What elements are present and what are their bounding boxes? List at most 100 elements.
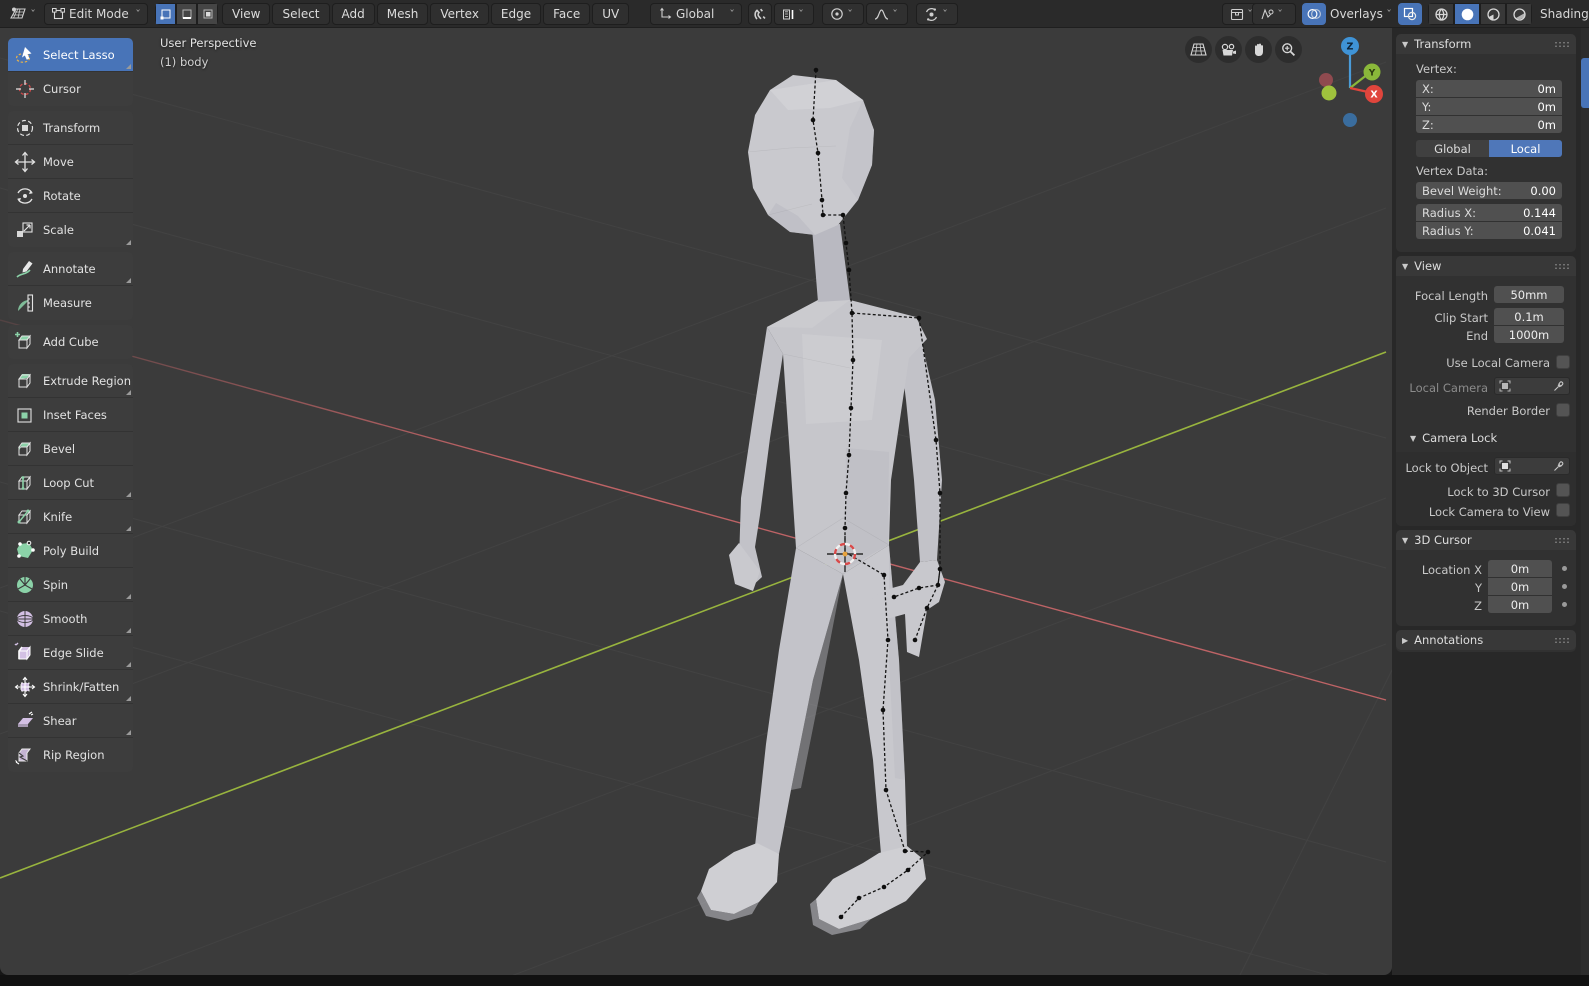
proportional-falloff-dropdown[interactable]: ˅ [866,3,908,25]
camera-lock-subpanel-header[interactable]: ▼ Camera Lock [1404,428,1568,448]
tool-inset-faces[interactable]: Inset Faces [8,398,133,432]
tool-annotate[interactable]: Annotate [8,252,133,286]
bevel-weight-field[interactable]: Bevel Weight: 0.00 [1416,182,1562,199]
lock-to-object-field[interactable] [1494,457,1570,475]
3d-viewport[interactable]: Y Z X User Perspective (1) body Select L… [0,28,1392,975]
tool-shrink-fatten[interactable]: Shrink/Fatten [8,670,133,704]
global-space-button[interactable]: Global [1416,140,1489,157]
edge-select-button[interactable] [176,3,197,25]
tool-poly-build[interactable]: Poly Build [8,534,133,568]
render-border-checkbox[interactable] [1556,403,1570,417]
tool-cursor[interactable]: Cursor [8,72,133,106]
zoom-view-button[interactable] [1275,36,1302,63]
wireframe-shading-button[interactable] [1428,3,1454,25]
annotations-panel-header[interactable]: ▶ Annotations [1396,630,1576,650]
menu-uv[interactable]: UV [592,3,630,25]
overlays-toggle-button[interactable] [1302,3,1326,25]
radius-x-field[interactable]: Radius X: 0.144 [1416,204,1562,221]
tool-bevel[interactable]: Bevel [8,432,133,466]
lock-to-3d-cursor-checkbox[interactable] [1556,483,1570,497]
pan-view-button[interactable] [1245,36,1272,63]
orientation-label: Global [676,7,715,21]
3d-cursor-panel-header[interactable]: ▼ 3D Cursor [1396,530,1576,550]
material-preview-shading-button[interactable] [1480,3,1506,25]
menu-mesh[interactable]: Mesh [376,3,429,25]
viewport-scene: Y Z X [0,37,1392,975]
menu-add[interactable]: Add [331,3,375,25]
tool-measure[interactable]: Measure [8,286,133,320]
menu-face[interactable]: Face [543,3,591,25]
tool-smooth[interactable]: Smooth [8,602,133,636]
tool-label: Spin [43,577,69,592]
shading-dropdown[interactable]: Shading ˅ [1540,3,1589,25]
tool-select-lasso[interactable]: Select Lasso [8,38,133,72]
tool-knife[interactable]: Knife [8,500,133,534]
solid-shading-button[interactable] [1454,3,1480,25]
animate-decorator[interactable] [1562,584,1567,589]
pivot-point-dropdown[interactable]: ˅ [916,3,958,25]
gizmos-dropdown[interactable]: ˅ [1252,3,1296,25]
toggle-perspective-button[interactable] [1185,36,1212,63]
proportional-editing-dropdown[interactable]: ˅ [822,3,864,25]
editor-type-button[interactable]: ˅ [4,3,40,25]
vertex-y-field[interactable]: Y: 0m [1416,98,1562,115]
gizmo-neg-z-ball[interactable] [1343,113,1357,127]
menu-select[interactable]: Select [272,3,330,25]
lock-camera-to-view-checkbox[interactable] [1556,503,1570,517]
animate-decorator[interactable] [1562,566,1567,571]
face-select-button[interactable] [197,3,218,25]
view-panel-header[interactable]: ▼ View [1396,256,1576,276]
panel-grip-handle[interactable] [1554,536,1570,544]
gizmo-neg-x-ball[interactable] [1319,73,1333,87]
gizmo-neg-y-ball[interactable] [1321,85,1337,101]
tool-transform[interactable]: Transform [8,111,133,145]
tool-extrude-region[interactable]: Extrude Region [8,364,133,398]
panel-grip-handle[interactable] [1554,262,1570,270]
window-bottom-edge [0,975,1589,986]
gizmo-y-label: Y [1368,69,1376,79]
sidebar-active-tab[interactable] [1581,58,1589,108]
tool-label: Shear [43,713,77,728]
axis-gizmo[interactable]: Y Z X [1319,37,1383,127]
radius-y-field[interactable]: Radius Y: 0.041 [1416,222,1562,239]
tool-shear[interactable]: Shear [8,704,133,738]
camera-view-button[interactable] [1215,36,1242,63]
cursor-location-x-field[interactable]: 0m [1488,560,1552,577]
snap-toggle-button[interactable] [748,3,772,25]
use-local-camera-checkbox[interactable] [1556,355,1570,369]
render-border-label: Render Border [1466,404,1550,418]
tool-rotate[interactable]: Rotate [8,179,133,213]
clip-end-field[interactable]: 1000m [1494,326,1564,343]
local-camera-object-field[interactable] [1494,377,1570,395]
animate-decorator[interactable] [1562,602,1567,607]
vertex-select-button[interactable] [155,3,176,25]
panel-grip-handle[interactable] [1554,636,1570,644]
vertex-x-field[interactable]: X: 0m [1416,80,1562,97]
tool-spin[interactable]: Spin [8,568,133,602]
tool-scale[interactable]: Scale [8,213,133,247]
tool-edge-slide[interactable]: Edge Slide [8,636,133,670]
transform-panel-header[interactable]: ▼ Transform [1396,34,1576,54]
panel-grip-handle[interactable] [1554,40,1570,48]
transform-orientation-dropdown[interactable]: Global ˅ [650,3,742,25]
clip-start-field[interactable]: 0.1m [1494,308,1564,325]
vertex-z-field[interactable]: Z: 0m [1416,116,1562,133]
eyedropper-icon[interactable] [1553,380,1565,392]
menu-vertex[interactable]: Vertex [430,3,489,25]
cursor-location-z-field[interactable]: 0m [1488,596,1552,613]
tool-loop-cut[interactable]: Loop Cut [8,466,133,500]
cursor-location-y-field[interactable]: 0m [1488,578,1552,595]
local-space-button[interactable]: Local [1489,140,1562,157]
menu-edge[interactable]: Edge [490,3,542,25]
eyedropper-icon[interactable] [1553,460,1565,472]
focal-length-field[interactable]: 50mm [1494,286,1564,303]
tool-rip-region[interactable]: Rip Region [8,738,133,772]
rendered-shading-button[interactable] [1506,3,1532,25]
tool-move[interactable]: Move [8,145,133,179]
sidebar-tab-strip[interactable] [1581,28,1589,975]
menu-view[interactable]: View [222,3,271,25]
tool-add-cube[interactable]: Add Cube [8,325,133,359]
snap-settings-dropdown[interactable]: ˅ [774,3,814,25]
xray-toggle-button[interactable] [1398,3,1422,25]
mode-dropdown[interactable]: Edit Mode ˅ [44,3,148,25]
